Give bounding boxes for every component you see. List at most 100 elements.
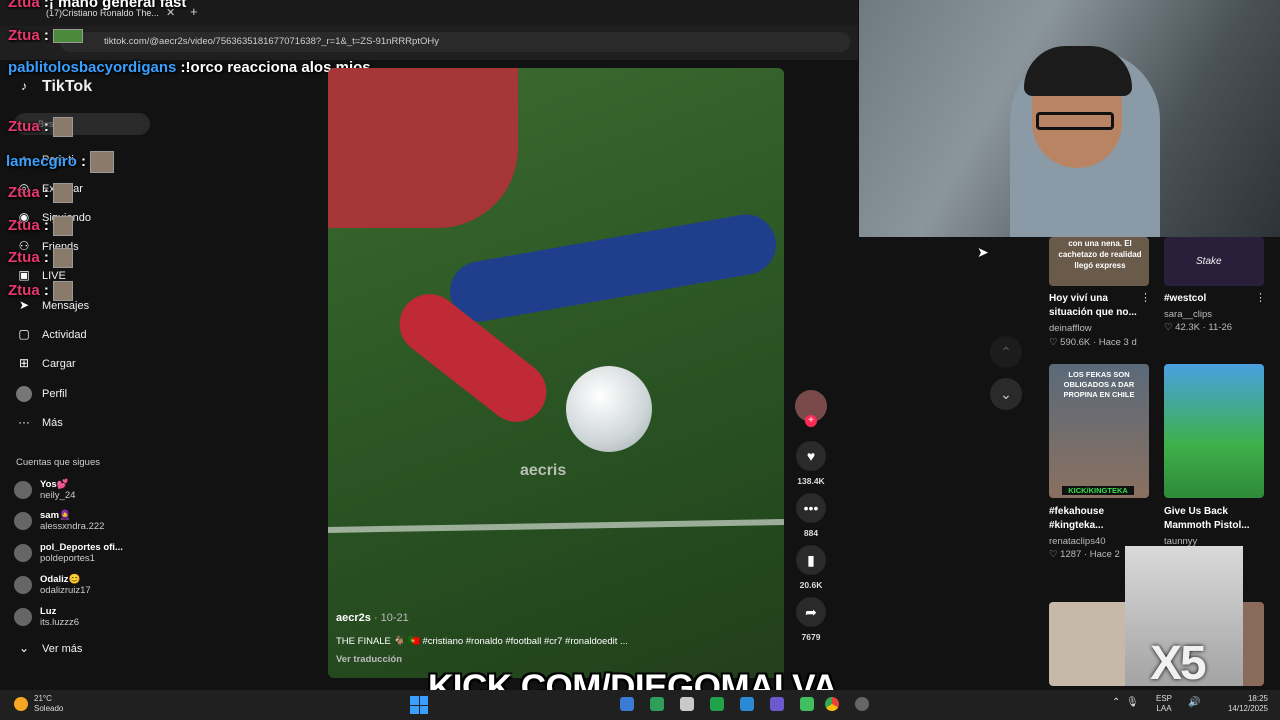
start-button[interactable] bbox=[410, 696, 428, 714]
rec-author[interactable]: deinafflow bbox=[1049, 323, 1092, 334]
like-button[interactable]: ♥ 138.4K bbox=[795, 441, 827, 486]
bookmark-icon: ▮ bbox=[796, 545, 826, 575]
taskbar-app-icon[interactable] bbox=[620, 697, 634, 711]
avatar bbox=[14, 512, 32, 530]
mic-icon: 🎙 bbox=[1125, 697, 1139, 708]
chat-message: lamecgiro : bbox=[6, 151, 115, 173]
following-account[interactable]: pol_Deportes ofi... poldeportes1 bbox=[14, 542, 123, 564]
following-account[interactable]: sam🧕 alessxndra.222 bbox=[14, 510, 104, 532]
taskbar-app-icon[interactable] bbox=[800, 697, 814, 711]
chevron-down-icon: ⌄ bbox=[18, 641, 30, 655]
profile-icon bbox=[16, 386, 32, 402]
player-figure-red bbox=[328, 68, 518, 228]
share-icon: ➦ bbox=[796, 597, 826, 627]
chevron-up-icon: ⌃ bbox=[1112, 697, 1121, 708]
heart-icon: ♥ bbox=[796, 441, 826, 471]
chat-message: Ztua : bbox=[8, 27, 83, 44]
more-icon: ··· bbox=[18, 415, 30, 429]
rec-thumbnail-text: con una nena. El cachetazo de realidad l… bbox=[1058, 239, 1142, 270]
tiktok-icon: ♪ bbox=[21, 79, 27, 93]
emote-icon bbox=[52, 29, 83, 44]
taskbar-app-icon[interactable] bbox=[770, 697, 784, 711]
rec-author[interactable]: sara__clips bbox=[1164, 309, 1212, 320]
comment-icon: ••• bbox=[796, 493, 826, 523]
avatar bbox=[14, 481, 32, 499]
mouse-cursor-icon: ➤ bbox=[977, 244, 989, 260]
taskbar-app-icon[interactable] bbox=[710, 697, 724, 711]
rec-thumbnail-text: Stake bbox=[1196, 256, 1222, 267]
rec-thumbnail-badge: KICK/KINGTEKA bbox=[1062, 486, 1134, 495]
emote-icon bbox=[52, 117, 73, 137]
rec-title[interactable]: #westcol bbox=[1164, 292, 1256, 306]
share-button[interactable]: ➦ 7679 bbox=[795, 597, 827, 642]
see-more-button[interactable]: ⌄ Ver más bbox=[16, 641, 82, 657]
pitch-line bbox=[328, 519, 784, 533]
chat-message: Ztua : bbox=[8, 216, 73, 236]
rec-meta: ♡ 590.6K · Hace 3 d bbox=[1049, 337, 1137, 348]
rec-title[interactable]: #fekahouse #kingteka... bbox=[1049, 505, 1141, 533]
emote-icon bbox=[52, 183, 73, 203]
weather-widget[interactable]: 21°C Soleado bbox=[34, 694, 63, 714]
more-options-icon[interactable]: ⋮ bbox=[1255, 291, 1266, 304]
next-video-button[interactable]: ⌄ bbox=[990, 378, 1022, 410]
clock[interactable]: 18:25 14/12/2025 bbox=[1216, 694, 1268, 714]
more-options-icon[interactable]: ⋮ bbox=[1140, 291, 1151, 304]
chat-message: pablitolosbacyordigans :!orco reacciona … bbox=[8, 59, 371, 76]
chat-message: Ztua : bbox=[8, 248, 73, 268]
video-player[interactable]: aecris bbox=[328, 68, 784, 678]
taskbar-app-icon[interactable] bbox=[650, 697, 664, 711]
language-indicator[interactable]: ESP LAA bbox=[1156, 694, 1172, 714]
sidebar-item-activity[interactable]: ▢ Actividad bbox=[16, 327, 86, 343]
system-tray[interactable]: ⌃ 🎙 bbox=[1112, 697, 1139, 708]
rec-thumbnail[interactable] bbox=[1164, 364, 1264, 498]
chat-message: Ztua : bbox=[8, 117, 73, 137]
taskbar-app-icon[interactable] bbox=[855, 697, 869, 711]
rec-meta: ♡ 42.3K · 11-26 bbox=[1164, 322, 1233, 333]
video-watermark: aecris bbox=[520, 462, 567, 479]
following-account[interactable]: Yos💕 neily_24 bbox=[14, 479, 75, 501]
weather-sun-icon[interactable] bbox=[14, 697, 28, 711]
taskbar-app-icon[interactable] bbox=[740, 697, 754, 711]
tiktok-logo[interactable]: ♪ TikTok bbox=[16, 78, 92, 96]
previous-video-button[interactable]: ⌃ bbox=[990, 336, 1022, 368]
rec-author[interactable]: renataclips40 bbox=[1049, 536, 1106, 547]
volume-icon[interactable]: 🔊 bbox=[1188, 697, 1200, 708]
video-author[interactable]: aecr2s · 10-21 bbox=[336, 612, 409, 624]
translate-link[interactable]: Ver traducción bbox=[336, 654, 402, 665]
taskbar-app-icon[interactable] bbox=[680, 697, 694, 711]
following-section-title: Cuentas que sigues bbox=[16, 457, 100, 468]
rec-thumbnail-text: LOS FEKAS SON OBLIGADOS A DAR PROPINA EN… bbox=[1063, 370, 1135, 399]
multiplier-overlay: X5 bbox=[1150, 637, 1207, 690]
video-caption: THE FINALE 🐐 🇵🇹 #cristiano #ronaldo #foo… bbox=[336, 636, 628, 647]
sidebar-item-more[interactable]: ··· Más bbox=[16, 415, 63, 431]
chat-message: Ztua :¡ mano general fast bbox=[8, 0, 187, 11]
sidebar-item-profile[interactable]: Perfil bbox=[16, 386, 67, 402]
follow-plus-icon[interactable]: + bbox=[805, 415, 817, 427]
save-button[interactable]: ▮ 20.6K bbox=[795, 545, 827, 590]
url-text[interactable]: tiktok.com/@aecr2s/video/756363518167707… bbox=[104, 36, 439, 47]
emote-icon bbox=[90, 151, 115, 173]
following-account[interactable]: Luz its.luzzz6 bbox=[14, 606, 79, 628]
emote-icon bbox=[52, 248, 73, 268]
activity-icon: ▢ bbox=[18, 327, 30, 341]
chat-message: Ztua : bbox=[8, 281, 73, 301]
following-account[interactable]: Odaliz😊 odalizruiz17 bbox=[14, 574, 91, 596]
avatar bbox=[14, 576, 32, 594]
streamer-glasses bbox=[1036, 112, 1114, 130]
avatar bbox=[14, 544, 32, 562]
sidebar-item-upload[interactable]: ⊞ Cargar bbox=[16, 356, 76, 372]
avatar bbox=[14, 608, 32, 626]
chat-message: Ztua : bbox=[8, 183, 73, 203]
new-tab-button[interactable]: + bbox=[190, 4, 198, 19]
rec-title[interactable]: Hoy viví una situación que no... bbox=[1049, 292, 1141, 320]
rec-title[interactable]: Give Us Back Mammoth Pistol... bbox=[1164, 505, 1256, 533]
emote-icon bbox=[52, 216, 73, 236]
chevron-up-icon: ⌃ bbox=[1000, 343, 1012, 360]
emote-icon bbox=[52, 281, 73, 301]
comment-button[interactable]: ••• 884 bbox=[795, 493, 827, 538]
rec-meta: ♡ 1287 · Hace 2 bbox=[1049, 549, 1120, 560]
player-figure-blue bbox=[445, 209, 781, 327]
chrome-icon[interactable] bbox=[825, 697, 839, 711]
windows-taskbar bbox=[0, 690, 1280, 720]
upload-icon: ⊞ bbox=[18, 356, 30, 370]
